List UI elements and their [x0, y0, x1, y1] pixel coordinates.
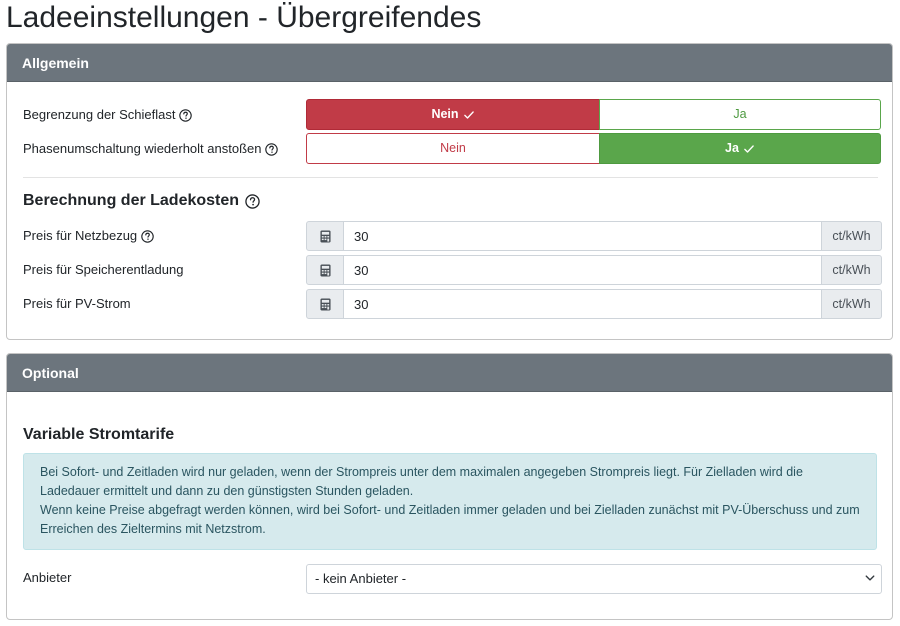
pv-input[interactable]: [344, 289, 821, 319]
anbieter-selected: - kein Anbieter -: [315, 571, 407, 586]
schieflast-nein-label: Nein: [431, 107, 459, 121]
anbieter-select[interactable]: - kein Anbieter -: [306, 564, 882, 594]
schieflast-label: Begrenzung der Schieflast: [23, 107, 176, 122]
speicher-label: Preis für Speicherentladung: [23, 262, 184, 277]
netzbezug-input-group: ct/kWh: [306, 221, 882, 251]
phasen-ja-button[interactable]: Ja: [599, 133, 881, 164]
kosten-section-title: Berechnung der Ladekosten: [23, 192, 260, 210]
speicher-unit: ct/kWh: [821, 255, 882, 285]
anbieter-label-row: Anbieter: [23, 569, 71, 587]
tarife-section-title: Variable Stromtarife: [23, 426, 174, 444]
divider: [23, 177, 878, 178]
netzbezug-label-row: Preis für Netzbezug: [23, 227, 154, 245]
kosten-title: Berechnung der Ladekosten: [23, 192, 240, 209]
speicher-label-row: Preis für Speicherentladung: [23, 261, 183, 279]
netzbezug-unit: ct/kWh: [821, 221, 882, 251]
schieflast-ja-label: Ja: [733, 107, 747, 121]
schieflast-ja-button[interactable]: Ja: [599, 99, 881, 130]
phasen-toggle: Nein Ja: [306, 133, 882, 164]
pv-label: Preis für PV-Strom: [23, 296, 131, 311]
anbieter-label: Anbieter: [23, 570, 72, 585]
help-icon[interactable]: [141, 229, 154, 243]
netzbezug-input[interactable]: [344, 221, 821, 251]
chevron-down-icon: [865, 565, 875, 593]
card-optional: Optional Variable Stromtarife Bei Sofort…: [6, 353, 893, 620]
phasen-ja-label: Ja: [725, 141, 739, 155]
pv-input-group: ct/kWh: [306, 289, 882, 319]
check-icon: [743, 143, 755, 155]
calculator-icon: [306, 255, 344, 285]
calculator-icon: [306, 289, 344, 319]
help-icon[interactable]: [179, 108, 193, 122]
calculator-icon: [306, 221, 344, 251]
phasen-label: Phasenumschaltung wiederholt anstoßen: [23, 141, 262, 156]
check-icon: [463, 109, 475, 121]
card-header-optional: Optional: [7, 354, 892, 392]
info-text-1: Bei Sofort- und Zeitladen wird nur gelad…: [40, 465, 803, 498]
card-header-allgemein: Allgemein: [7, 44, 892, 82]
page-title: Ladeeinstellungen - Übergreifendes: [6, 1, 482, 34]
info-text-2: Wenn keine Preise abgefragt werden könne…: [40, 503, 860, 536]
pv-label-row: Preis für PV-Strom: [23, 295, 131, 313]
card-allgemein: Allgemein Begrenzung der Schieflast Nein…: [6, 43, 893, 340]
schieflast-toggle: Nein Ja: [306, 99, 882, 130]
help-icon[interactable]: [265, 142, 279, 156]
phasen-nein-label: Nein: [440, 141, 466, 155]
speicher-input[interactable]: [344, 255, 821, 285]
info-alert: Bei Sofort- und Zeitladen wird nur gelad…: [23, 453, 877, 550]
pv-unit: ct/kWh: [821, 289, 882, 319]
phasen-label-row: Phasenumschaltung wiederholt anstoßen: [23, 140, 279, 158]
speicher-input-group: ct/kWh: [306, 255, 882, 285]
phasen-nein-button[interactable]: Nein: [306, 133, 600, 164]
schieflast-nein-button[interactable]: Nein: [306, 99, 600, 130]
help-icon[interactable]: [245, 193, 260, 209]
tarife-title: Variable Stromtarife: [23, 426, 175, 443]
schieflast-label-row: Begrenzung der Schieflast: [23, 106, 193, 124]
netzbezug-label: Preis für Netzbezug: [23, 228, 138, 243]
